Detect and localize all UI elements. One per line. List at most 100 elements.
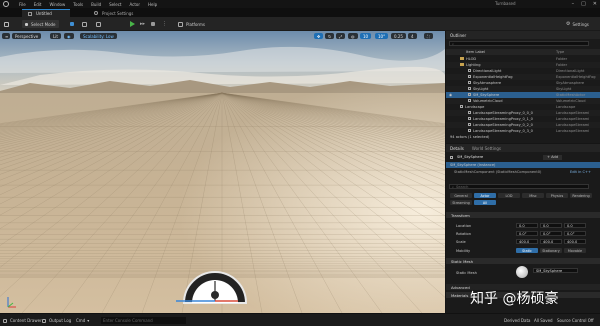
rotation-snap-button[interactable]: 10° xyxy=(375,33,389,39)
select-mode-dropdown[interactable]: Select Mode xyxy=(22,20,59,28)
actor-icon xyxy=(450,155,453,159)
actor-icon xyxy=(468,69,471,72)
console-input[interactable]: Enter Console Command xyxy=(101,317,186,324)
menu-tools[interactable]: Tools xyxy=(69,2,87,7)
location-y[interactable]: 0.0 xyxy=(540,223,562,228)
scale-y[interactable]: 400.0 xyxy=(540,239,562,244)
outliner-row-label: Lighting xyxy=(460,63,481,67)
stop-button[interactable] xyxy=(151,20,155,28)
menu-help[interactable]: Help xyxy=(144,2,161,7)
outliner-title: Outliner xyxy=(450,32,467,38)
mobility-movable[interactable]: Movable xyxy=(564,248,586,253)
row-label-text: LandscapeStreamingProxy_0_3_0 xyxy=(473,129,533,133)
derived-data-button[interactable]: Derived Data xyxy=(504,317,531,324)
section-transform[interactable]: Transform xyxy=(446,212,600,218)
play-options-button[interactable]: ⋮ xyxy=(162,20,167,28)
scale-x[interactable]: 400.0 xyxy=(516,239,538,244)
viewport-menu-button[interactable]: ≡ xyxy=(2,33,10,39)
content-drawer-button[interactable]: Content Drawer xyxy=(3,317,42,324)
blueprint-button[interactable] xyxy=(82,20,87,28)
tab-project-settings[interactable]: Project Settings xyxy=(88,9,138,17)
gizmo-center[interactable] xyxy=(211,291,219,299)
outliner-row-label: SM_SkySphere xyxy=(468,93,499,97)
location-z[interactable]: 0.0 xyxy=(564,223,586,228)
menu-window[interactable]: Window xyxy=(45,2,69,7)
filter-physics[interactable]: Physics xyxy=(546,193,568,198)
outliner-row-type: LandscapeStreami xyxy=(556,129,590,133)
rotate-tool-button[interactable]: ↻ xyxy=(325,33,335,39)
scale-z[interactable]: 400.0 xyxy=(564,239,586,244)
scale-snap-button[interactable]: 0.25 xyxy=(391,33,406,39)
level-icon xyxy=(28,11,32,16)
menu-select[interactable]: Select xyxy=(105,2,125,7)
translate-tool-button[interactable]: ✥ xyxy=(314,33,324,39)
unreal-logo-icon[interactable] xyxy=(3,1,9,7)
filter-all[interactable]: All xyxy=(474,200,496,205)
edit-cpp-link[interactable]: Edit in C++ xyxy=(570,170,591,174)
all-saved-indicator[interactable]: All Saved xyxy=(534,317,553,324)
cinematics-button[interactable] xyxy=(96,20,101,28)
step-button[interactable]: ▸▸ xyxy=(140,20,145,28)
level-viewport[interactable]: ≡ Perspective Lit ◉ Scalability: Low ✥ ↻… xyxy=(0,31,445,313)
play-button[interactable] xyxy=(130,20,135,28)
add-component-button[interactable]: + Add xyxy=(543,154,563,160)
save-button[interactable] xyxy=(4,20,9,28)
col-item-label[interactable]: Item Label xyxy=(466,50,485,54)
location-x[interactable]: 0.0 xyxy=(516,223,538,228)
cmd-dropdown[interactable]: Cmd ▾ xyxy=(76,317,89,324)
details-tabs: Details World Settings xyxy=(446,144,600,152)
all-saved-label: All Saved xyxy=(534,318,553,323)
section-static-mesh[interactable]: Static Mesh xyxy=(446,258,600,264)
coord-system-button[interactable]: ◍ xyxy=(348,33,358,39)
mesh-thumbnail[interactable] xyxy=(516,266,528,278)
scale-tool-button[interactable]: ⤢ xyxy=(336,33,346,39)
show-menu-button[interactable]: ◉ xyxy=(64,33,74,39)
close-button[interactable]: ✕ xyxy=(593,1,597,7)
minimize-button[interactable]: – xyxy=(572,1,575,7)
rotation-x[interactable]: 0.0° xyxy=(516,231,538,236)
outliner-row-type: Folder xyxy=(556,57,568,61)
tab-details[interactable]: Details xyxy=(450,146,464,151)
output-log-button[interactable]: Output Log xyxy=(42,317,71,324)
watermark: 知乎 @杨硕豪 xyxy=(470,291,559,307)
outliner-search-input[interactable]: ⌕ xyxy=(449,41,589,46)
col-type[interactable]: Type xyxy=(556,50,564,54)
rotation-y[interactable]: 0.0° xyxy=(540,231,562,236)
source-control-button[interactable]: Source Control Off xyxy=(557,317,594,324)
rotation-z[interactable]: 0.0° xyxy=(564,231,586,236)
filter-actor[interactable]: Actor xyxy=(474,193,496,198)
visibility-eye-icon[interactable]: ◉ xyxy=(449,93,452,97)
scalability-warning[interactable]: Scalability: Low xyxy=(80,33,117,39)
camera-speed-button[interactable]: 4 xyxy=(408,33,417,39)
mobility-stationary[interactable]: Stationary xyxy=(540,248,562,253)
menu-file[interactable]: File xyxy=(15,2,30,7)
filter-lod[interactable]: LOD xyxy=(498,193,520,198)
view-mode-button[interactable]: Lit xyxy=(50,33,61,39)
perspective-button[interactable]: Perspective xyxy=(12,33,42,39)
component-row[interactable]: StaticMeshComponent (StaticMeshComponent… xyxy=(446,169,600,175)
component-instance-row[interactable]: SM_SkySphere (Instance) xyxy=(446,162,600,168)
menu-build[interactable]: Build xyxy=(87,2,105,7)
grid-snap-button[interactable]: 10 xyxy=(360,33,372,39)
actor-name[interactable]: SM_SkySphere xyxy=(457,155,483,159)
filter-rendering[interactable]: Rendering xyxy=(570,193,592,198)
mobility-static[interactable]: Static xyxy=(516,248,538,253)
tab-world-settings[interactable]: World Settings xyxy=(472,146,501,151)
maximize-viewport-button[interactable]: ⛶ xyxy=(424,33,433,39)
maximize-button[interactable]: □ xyxy=(581,1,586,7)
menu-actor[interactable]: Actor xyxy=(125,2,144,7)
menu-edit[interactable]: Edit xyxy=(30,2,46,7)
rotation-snap-value: 10° xyxy=(378,33,386,39)
static-mesh-picker[interactable]: SM_SkySphere xyxy=(533,268,578,273)
details-search-input[interactable]: ⌕ Search xyxy=(449,184,589,189)
filter-misc[interactable]: Misc xyxy=(522,193,544,198)
platforms-dropdown[interactable]: Platforms xyxy=(178,20,205,28)
add-content-button[interactable] xyxy=(70,20,74,28)
settings-button[interactable]: ⚙ Settings xyxy=(566,20,589,28)
filter-streaming[interactable]: Streaming xyxy=(450,200,472,205)
row-label-text: LandscapeStreamingProxy_0_1_0 xyxy=(473,117,533,121)
filter-general[interactable]: General xyxy=(450,193,472,198)
tab-untitled[interactable]: Untitled xyxy=(22,9,70,17)
outliner-row-label: LandscapeStreamingProxy_0_0_0 xyxy=(468,111,533,115)
actor-icon xyxy=(468,81,471,84)
